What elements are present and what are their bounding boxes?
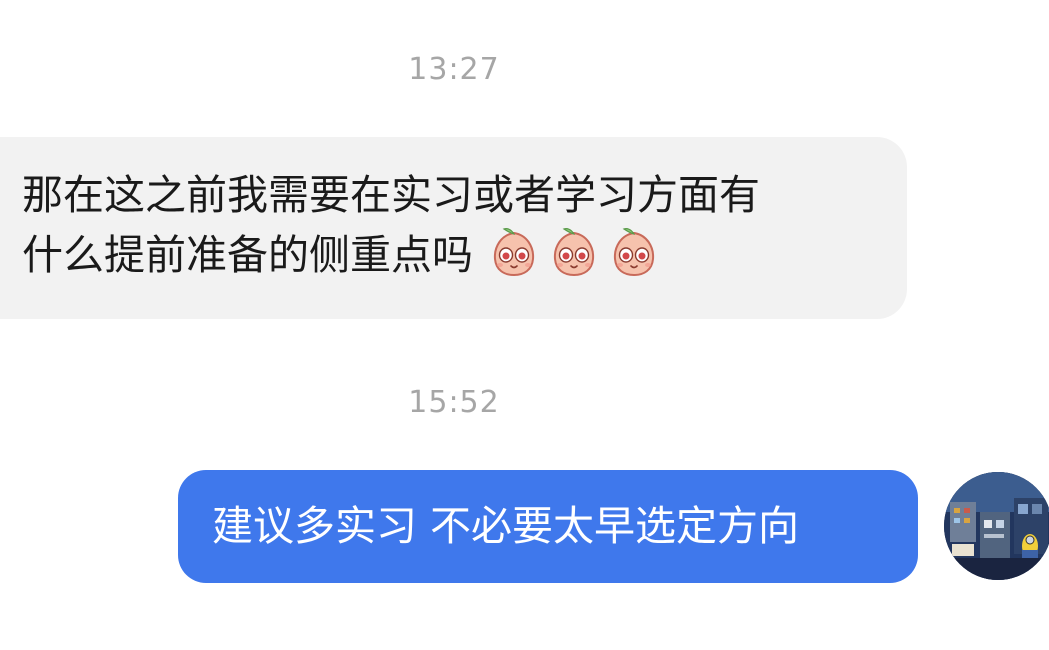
outgoing-message-bubble[interactable]: 建议多实习 不必要太早选定方向: [178, 470, 918, 583]
avatar-image: [944, 472, 1049, 580]
peach-sticker-emoji: [493, 228, 535, 277]
message-text-line: 那在这之前我需要在实习或者学习方面有: [22, 171, 760, 219]
message-text: 什么提前准备的侧重点吗: [22, 231, 473, 279]
avatar[interactable]: [944, 472, 1049, 580]
emoji-group: [487, 225, 661, 279]
incoming-message-bubble[interactable]: 那在这之前我需要在实习或者学习方面有 什么提前准备的侧重点吗: [0, 137, 907, 319]
message-text-line: 什么提前准备的侧重点吗: [22, 225, 887, 285]
peach-sticker-emoji: [553, 228, 595, 277]
chat-thread: 13:27 那在这之前我需要在实习或者学习方面有 什么提前准备的侧重点吗 15:…: [0, 0, 1049, 650]
timestamp: 15:52: [408, 385, 500, 420]
peach-sticker-emoji: [613, 228, 655, 277]
message-text: 建议多实习 不必要太早选定方向: [212, 502, 800, 550]
timestamp: 13:27: [408, 52, 500, 87]
